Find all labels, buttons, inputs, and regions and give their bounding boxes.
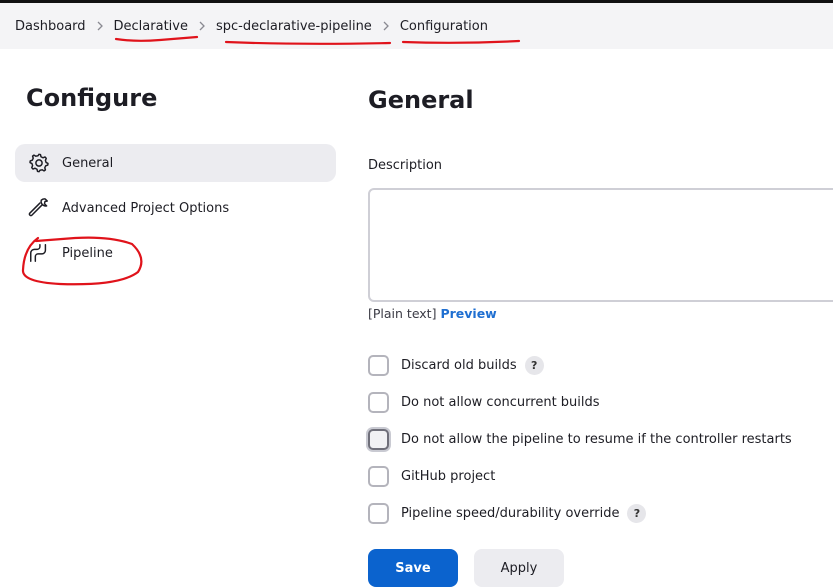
breadcrumb-configuration[interactable]: Configuration xyxy=(400,19,488,34)
chevron-right-icon xyxy=(188,21,216,31)
sidebar-item-advanced-project-options[interactable]: Advanced Project Options xyxy=(15,189,336,227)
preview-link[interactable]: Preview xyxy=(440,306,496,321)
markup-format-text: [Plain text] xyxy=(368,306,437,321)
chevron-right-icon xyxy=(86,21,114,31)
breadcrumb-job[interactable]: spc-declarative-pipeline xyxy=(216,19,372,34)
breadcrumb-dashboard[interactable]: Dashboard xyxy=(15,19,86,34)
save-button[interactable]: Save xyxy=(368,549,458,587)
checkbox[interactable] xyxy=(368,391,389,413)
sidebar-title: Configure xyxy=(26,84,158,112)
sidebar-item-label: Advanced Project Options xyxy=(62,200,230,216)
gear-icon xyxy=(28,152,50,174)
option-discard-old-builds: Discard old builds ? xyxy=(368,354,544,376)
page-title: General xyxy=(368,86,474,114)
help-icon[interactable]: ? xyxy=(524,355,544,375)
breadcrumb-declarative[interactable]: Declarative xyxy=(114,19,188,34)
option-no-concurrent-builds: Do not allow concurrent builds xyxy=(368,391,600,413)
apply-button[interactable]: Apply xyxy=(474,549,564,587)
sidebar-item-general[interactable]: General xyxy=(15,144,336,182)
checkbox[interactable] xyxy=(368,465,389,487)
checkbox[interactable] xyxy=(368,428,389,450)
description-format: [Plain text] Preview xyxy=(368,306,497,321)
option-github-project: GitHub project xyxy=(368,465,495,487)
checkbox-label[interactable]: Do not allow the pipeline to resume if t… xyxy=(401,432,792,447)
pipeline-icon xyxy=(28,242,50,264)
sidebar-item-pipeline[interactable]: Pipeline xyxy=(15,234,336,272)
checkbox[interactable] xyxy=(368,502,389,524)
description-input[interactable] xyxy=(368,188,833,302)
sidebar-item-label: Pipeline xyxy=(62,245,113,261)
checkbox-label[interactable]: GitHub project xyxy=(401,469,495,484)
breadcrumb: Dashboard Declarative spc-declarative-pi… xyxy=(0,3,833,49)
help-icon[interactable]: ? xyxy=(627,503,647,523)
checkbox-label[interactable]: Do not allow concurrent builds xyxy=(401,395,600,410)
wrench-icon xyxy=(28,197,50,219)
checkbox-label[interactable]: Discard old builds xyxy=(401,358,517,373)
option-durability-override: Pipeline speed/durability override ? xyxy=(368,502,647,524)
checkbox-label[interactable]: Pipeline speed/durability override xyxy=(401,506,619,521)
chevron-right-icon xyxy=(372,21,400,31)
description-label: Description xyxy=(368,158,443,173)
sidebar-item-label: General xyxy=(62,155,114,171)
checkbox[interactable] xyxy=(368,354,389,376)
option-no-resume-on-restart: Do not allow the pipeline to resume if t… xyxy=(368,428,792,450)
